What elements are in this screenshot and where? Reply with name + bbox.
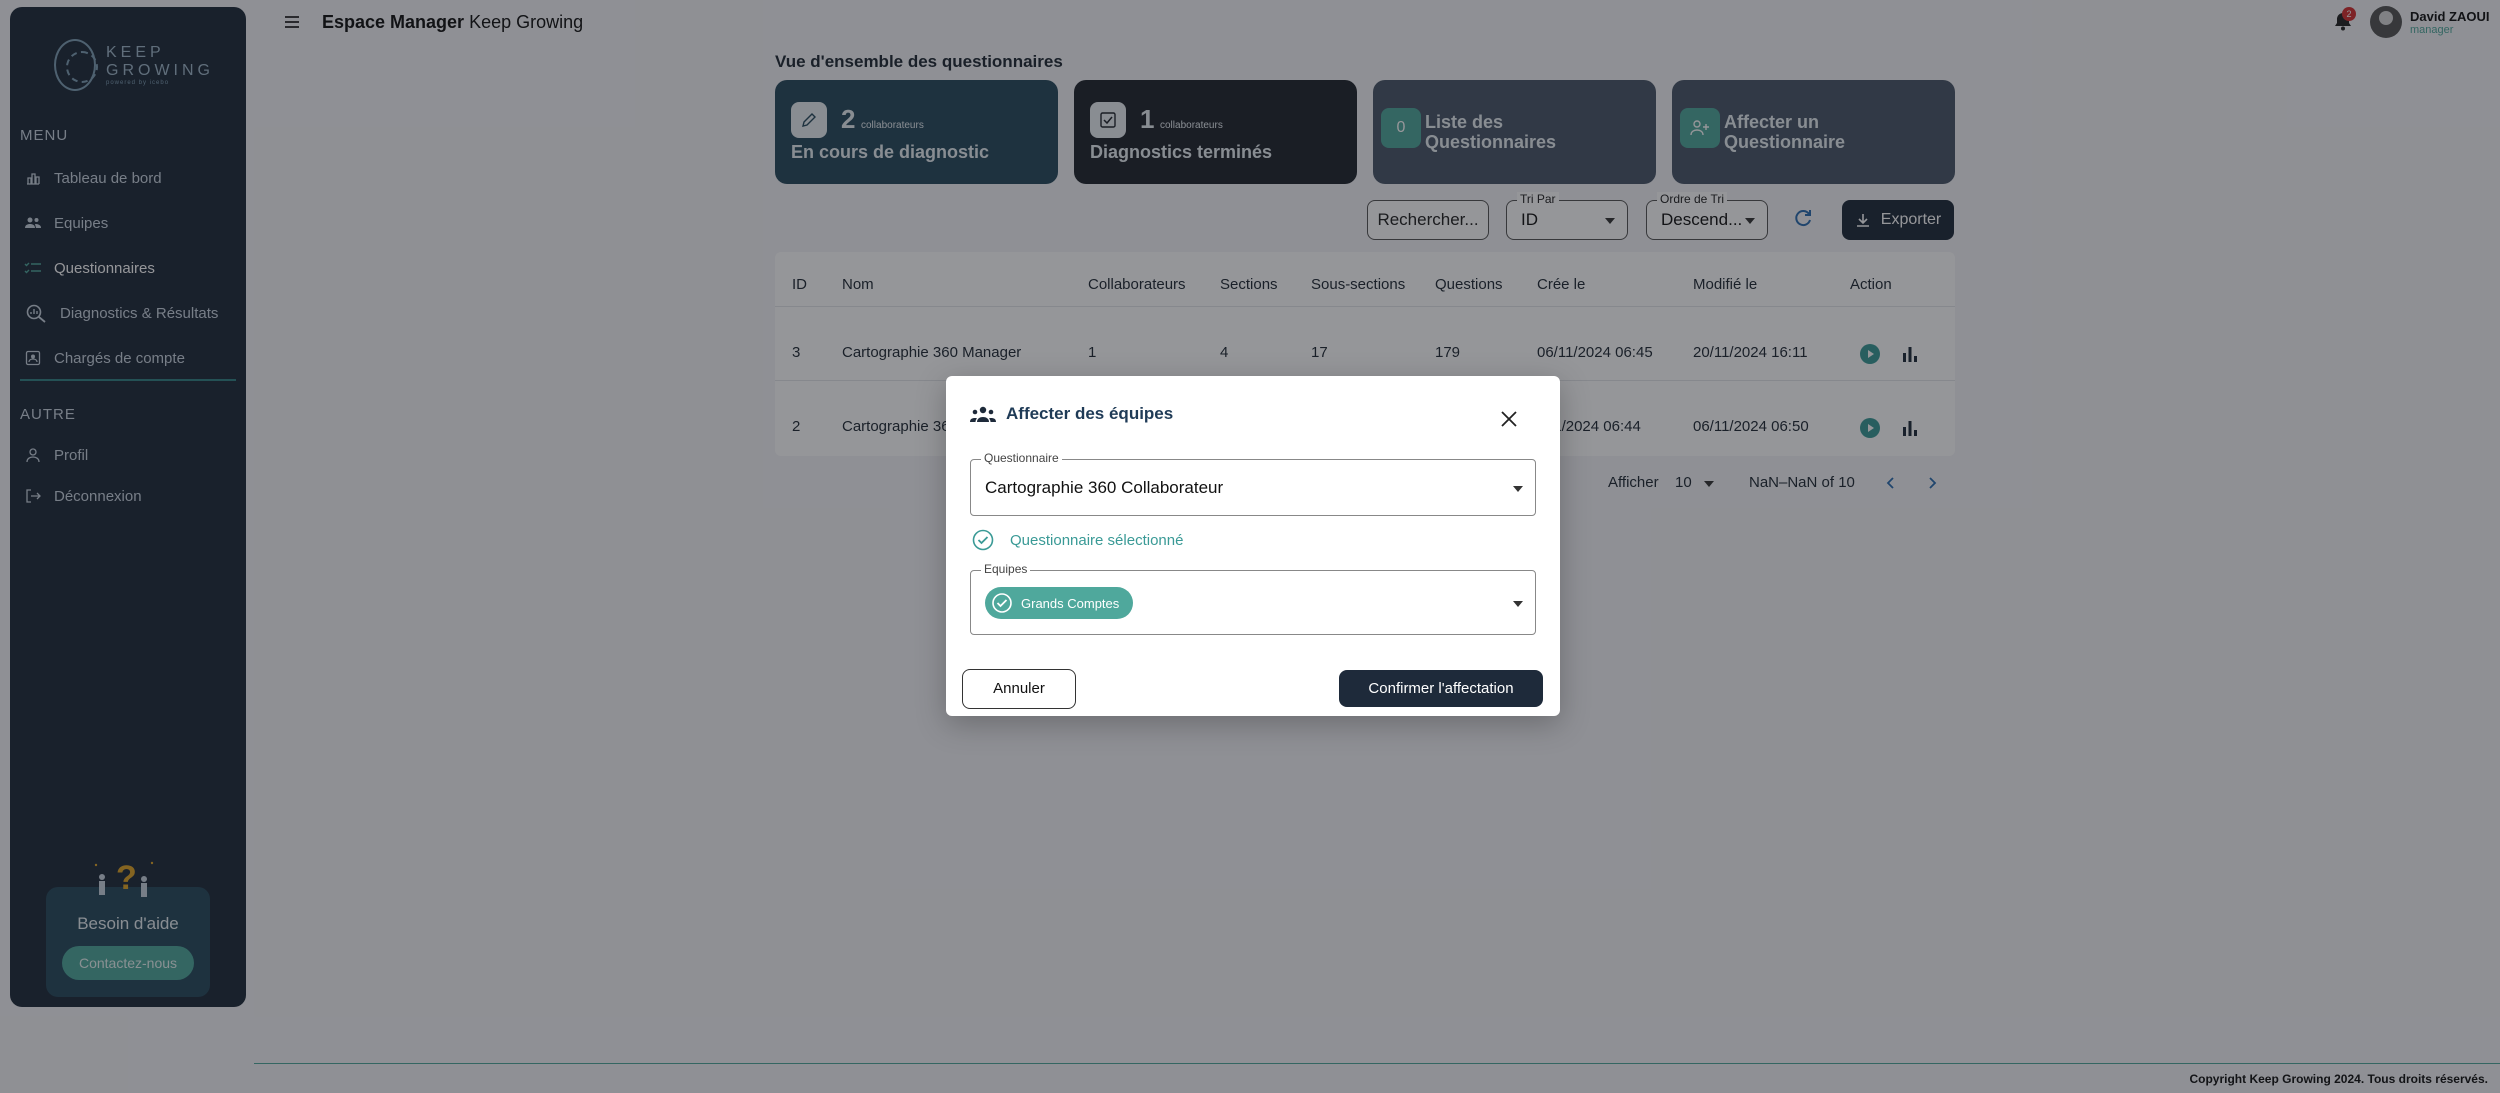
dialog-title-text: Affecter des équipes [1006, 404, 1174, 423]
close-icon[interactable] [1500, 410, 1518, 428]
caret-down-icon [1513, 486, 1523, 492]
groups-icon [970, 406, 996, 422]
teams-select[interactable]: Equipes Grands Comptes [970, 562, 1536, 635]
selected-note-text: Questionnaire sélectionné [1010, 531, 1184, 549]
team-chip[interactable]: Grands Comptes [985, 587, 1134, 619]
cancel-button[interactable]: Annuler [962, 669, 1076, 709]
dialog-title: Affecter des équipes [970, 404, 1173, 424]
check-circle-icon [992, 593, 1012, 613]
questionnaire-select[interactable]: Questionnaire Cartographie 360 Collabora… [970, 451, 1536, 516]
questionnaire-legend: Questionnaire [981, 451, 1062, 465]
caret-down-icon [1513, 601, 1523, 607]
questionnaire-value: Cartographie 360 Collaborateur [985, 478, 1224, 497]
questionnaire-selected-note: Questionnaire sélectionné [972, 529, 1183, 551]
assign-teams-dialog: Affecter des équipes Questionnaire Carto… [946, 376, 1560, 716]
confirm-assignment-button[interactable]: Confirmer l'affectation [1339, 670, 1543, 707]
check-circle-icon [972, 529, 994, 551]
team-chip-label: Grands Comptes [1021, 595, 1120, 611]
teams-legend: Equipes [981, 562, 1031, 576]
